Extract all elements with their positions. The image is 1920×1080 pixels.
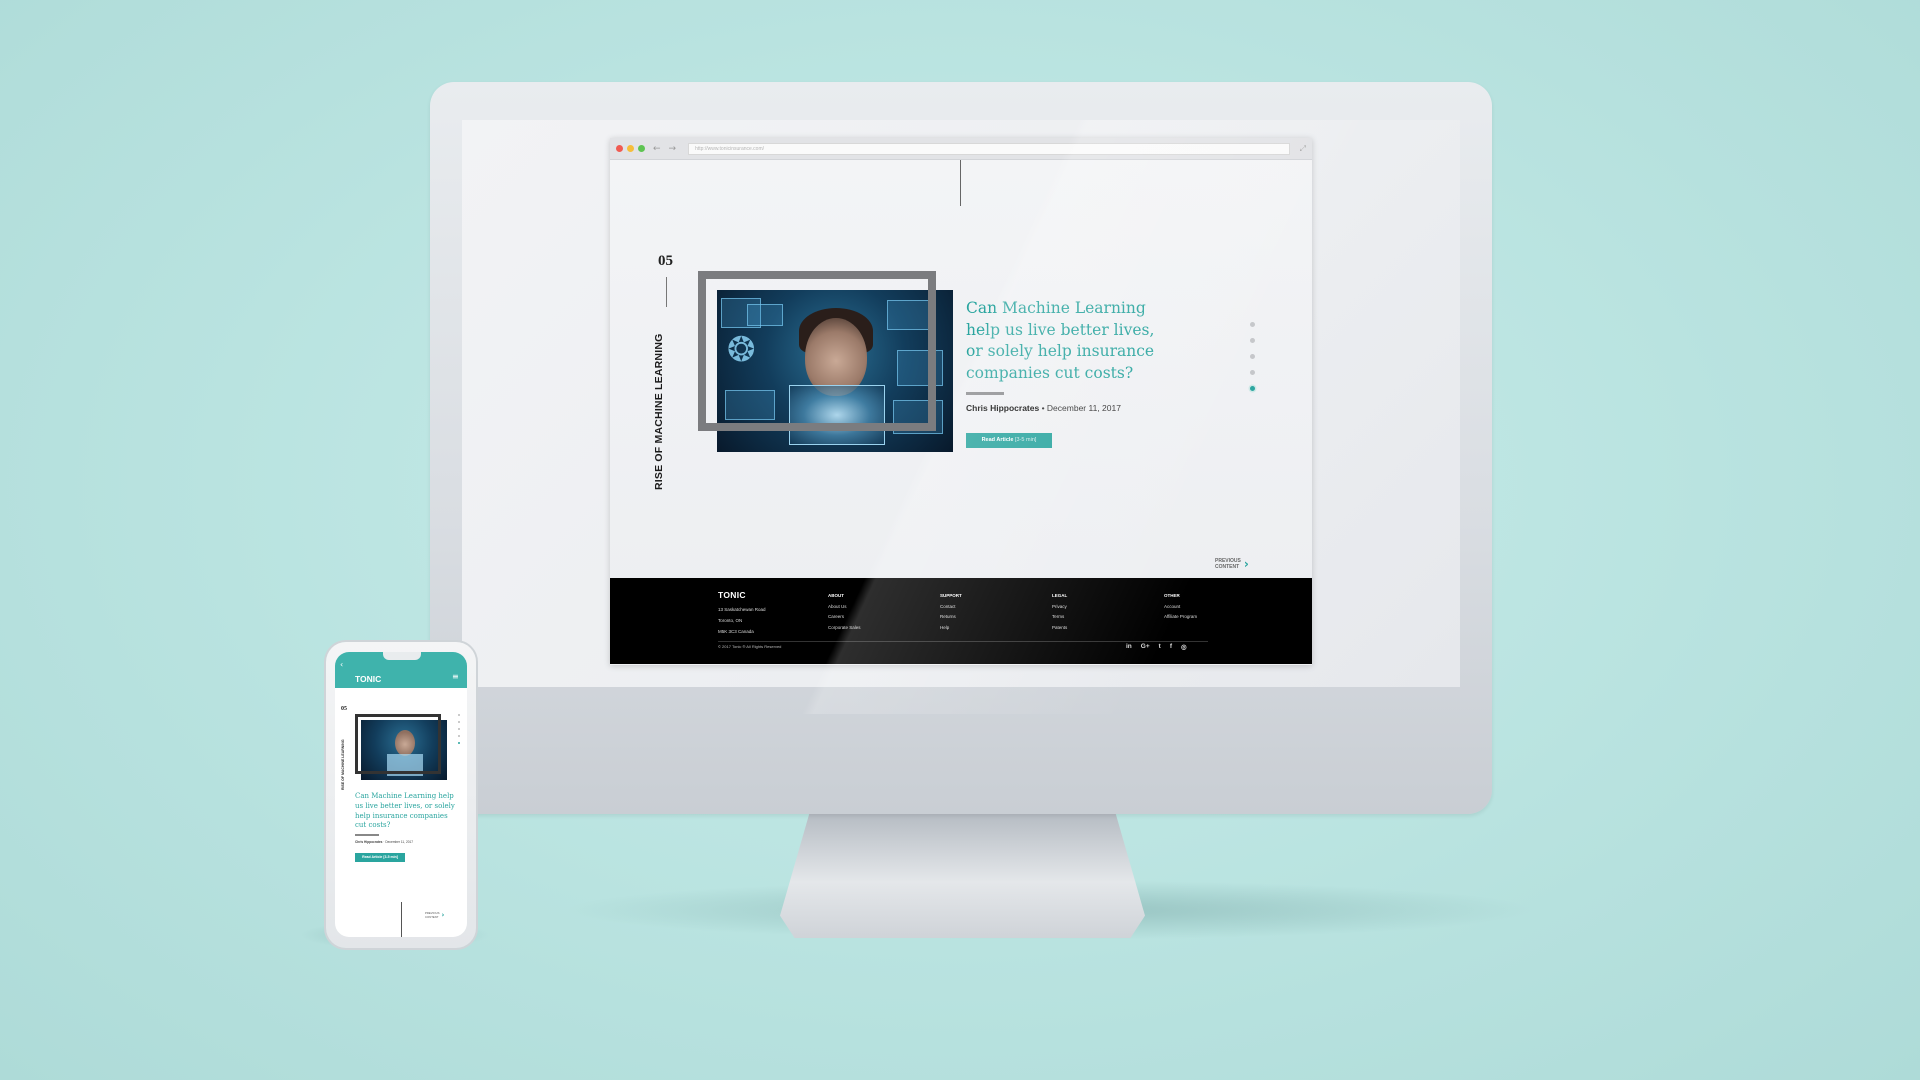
footer-col-about: ABOUT About Us Careers Corporate Sales <box>828 591 861 633</box>
footer-link[interactable]: Patents <box>1052 623 1067 634</box>
pager-dot[interactable] <box>458 714 460 716</box>
byline-separator: • <box>1039 403 1047 413</box>
facebook-icon[interactable]: f <box>1170 643 1172 651</box>
mobile-byline: Chris Hippocrates · December 11, 2017 <box>355 840 414 844</box>
footer-col-heading: OTHER <box>1164 593 1180 598</box>
previous-content-link[interactable]: PREVIOUS CONTENT › <box>1215 558 1249 570</box>
fullscreen-icon[interactable]: ⤢ <box>1300 144 1306 154</box>
pager-dot[interactable] <box>1250 354 1255 359</box>
footer-link[interactable]: Returns <box>940 612 962 623</box>
address-line: Toronto, ON <box>718 618 743 623</box>
mobile-bottom-line <box>401 902 402 937</box>
read-article-label: Read Article <box>981 437 1014 443</box>
pager-dot[interactable] <box>458 728 460 730</box>
web-page: 05 RISE OF MACHINE LEARNING ❂ Can Machin… <box>610 160 1312 664</box>
mobile-headline-rule <box>355 834 379 836</box>
back-chevron-icon[interactable]: ‹ <box>340 660 343 669</box>
mobile-read-label: Read Article <box>362 855 383 859</box>
read-article-button[interactable]: Read Article [3-5 min] <box>966 433 1052 448</box>
forward-arrow-icon[interactable]: → <box>669 144 677 154</box>
url-field[interactable]: http://www.tonicinsurance.com/ <box>688 142 1290 155</box>
headline-rule <box>966 392 1004 395</box>
copyright-text: © 2017 Tonic ® All Rights Reserved <box>718 644 782 649</box>
hamburger-menu-icon[interactable]: ≡ <box>452 672 459 681</box>
article-headline[interactable]: Can Machine Learning help us live better… <box>966 298 1166 384</box>
chevron-right-icon: › <box>441 910 445 919</box>
footer-link[interactable]: Affiliate Program <box>1164 612 1197 623</box>
footer-link[interactable]: Privacy <box>1052 602 1067 613</box>
footer-col-heading: LEGAL <box>1052 593 1068 598</box>
footer-address: 13 Saskatchewan Road Toronto, ON M5K 3C3… <box>718 604 766 637</box>
mobile-article-category: RISE OF MACHINE LEARNING <box>341 739 345 790</box>
article-author: Chris Hippocrates <box>966 403 1040 413</box>
close-window-button[interactable] <box>616 145 623 152</box>
pager-dot[interactable] <box>1250 338 1255 343</box>
social-links: in G+ t f ◎ <box>1126 643 1187 651</box>
footer-link[interactable]: Help <box>940 623 962 634</box>
imac-stand <box>780 814 1145 938</box>
footer-col-legal: LEGAL Privacy Terms Patents <box>1052 591 1067 633</box>
mobile-hero-frame <box>355 714 441 774</box>
mobile-previous-content-link[interactable]: PREVIOUS CONTENT › <box>425 910 445 919</box>
pager-dot[interactable] <box>458 735 460 737</box>
mobile-prev-line2: CONTENT <box>425 914 439 919</box>
article-byline: Chris Hippocrates • December 11, 2017 <box>966 403 1121 413</box>
slide-pager <box>1250 322 1255 391</box>
mobile-author: Chris Hippocrates <box>355 840 383 844</box>
mobile-pager <box>458 714 460 744</box>
footer-link[interactable]: Account <box>1164 602 1197 613</box>
linkedin-icon[interactable]: in <box>1126 643 1132 651</box>
footer-link[interactable]: Corporate Sales <box>828 623 861 634</box>
pager-dot[interactable] <box>458 742 460 744</box>
hero-image-frame <box>698 271 936 431</box>
footer-link[interactable]: Contact <box>940 602 962 613</box>
back-arrow-icon[interactable]: ← <box>653 144 661 154</box>
prev-content-line2: CONTENT <box>1215 564 1240 570</box>
phone-screen: ‹ TONIC ≡ 05 RISE OF MACHINE LEARNING Ca… <box>335 652 467 937</box>
instagram-icon[interactable]: ◎ <box>1181 643 1187 651</box>
pager-dot[interactable] <box>1250 386 1255 391</box>
pager-dot[interactable] <box>458 721 460 723</box>
top-divider-line <box>960 160 961 206</box>
address-line: 13 Saskatchewan Road <box>718 607 766 612</box>
twitter-icon[interactable]: t <box>1159 643 1161 651</box>
maximize-window-button[interactable] <box>638 145 645 152</box>
article-date: December 11, 2017 <box>1046 403 1121 413</box>
footer-col-heading: ABOUT <box>828 593 844 598</box>
footer-brand[interactable]: TONIC <box>718 590 746 600</box>
article-category: RISE OF MACHINE LEARNING <box>653 333 665 490</box>
browser-toolbar: ← → http://www.tonicinsurance.com/ ⤢ <box>610 138 1312 160</box>
pager-dot[interactable] <box>1250 322 1255 327</box>
mobile-read-article-button[interactable]: Read Article [3-5 min] <box>355 853 405 862</box>
mobile-brand[interactable]: TONIC <box>355 674 381 684</box>
footer-col-support: SUPPORT Contact Returns Help <box>940 591 962 633</box>
footer-divider <box>718 641 1208 642</box>
mobile-date: December 11, 2017 <box>385 840 414 844</box>
chevron-right-icon: › <box>1243 557 1249 571</box>
site-footer: TONIC 13 Saskatchewan Road Toronto, ON M… <box>610 578 1312 664</box>
footer-link[interactable]: Careers <box>828 612 861 623</box>
footer-col-other: OTHER Account Affiliate Program <box>1164 591 1197 623</box>
footer-col-heading: SUPPORT <box>940 593 962 598</box>
mobile-read-time: [3-5 min] <box>383 855 398 859</box>
address-line: M5K 3C3 Canada <box>718 629 754 634</box>
footer-link[interactable]: About Us <box>828 602 861 613</box>
footer-link[interactable]: Terms <box>1052 612 1067 623</box>
mobile-article-number: 05 <box>341 706 347 712</box>
google-plus-icon[interactable]: G+ <box>1141 643 1150 651</box>
pager-dot[interactable] <box>1250 370 1255 375</box>
minimize-window-button[interactable] <box>627 145 634 152</box>
browser-window: ← → http://www.tonicinsurance.com/ ⤢ 05 … <box>610 138 1312 665</box>
article-number: 05 <box>658 253 673 269</box>
read-time: [3-5 min] <box>1015 437 1037 443</box>
side-rule <box>666 277 667 307</box>
phone-notch <box>383 652 421 660</box>
mobile-headline[interactable]: Can Machine Learning help us live better… <box>355 792 455 831</box>
